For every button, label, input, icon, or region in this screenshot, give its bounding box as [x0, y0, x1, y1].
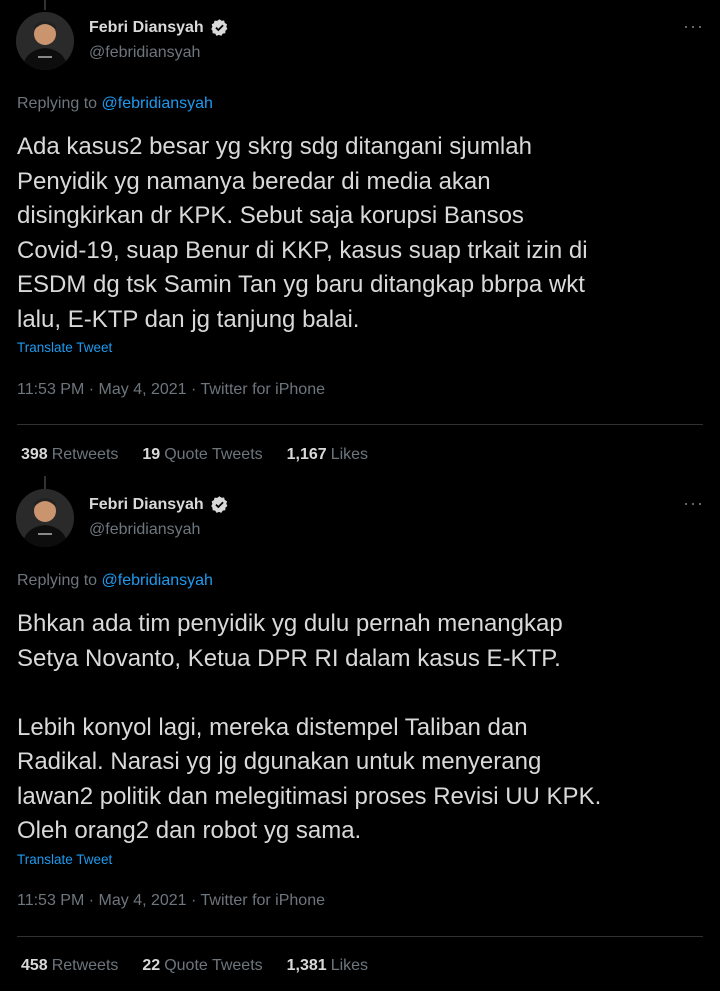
retweets-stat[interactable]: 398 Retweets	[21, 446, 118, 464]
translate-tweet-link[interactable]: Translate Tweet	[17, 340, 112, 355]
author-name[interactable]: Febri Diansyah	[89, 19, 204, 37]
author-handle[interactable]: @febridiansyah	[89, 44, 200, 62]
likes-stat[interactable]: 1,381 Likes	[287, 957, 368, 975]
quote-tweets-stat[interactable]: 19 Quote Tweets	[142, 446, 262, 464]
replying-to-link[interactable]: @febridiansyah	[102, 95, 213, 112]
avatar-image	[16, 489, 74, 547]
replying-to: Replying to @febridiansyah	[17, 572, 213, 590]
replying-prefix: Replying to	[17, 572, 98, 589]
tweet-stats: 398 Retweets 19 Quote Tweets 1,167 Likes	[21, 446, 368, 464]
more-options-icon[interactable]: ···	[683, 493, 704, 514]
retweets-stat[interactable]: 458 Retweets	[21, 957, 118, 975]
likes-stat[interactable]: 1,167 Likes	[287, 446, 368, 464]
thread-line-top	[44, 476, 46, 490]
tweet-stats: 458 Retweets 22 Quote Tweets 1,381 Likes	[21, 957, 368, 975]
author-name-row: Febri Diansyah	[89, 495, 229, 514]
replying-prefix: Replying to	[17, 95, 98, 112]
quote-tweets-stat[interactable]: 22 Quote Tweets	[142, 957, 262, 975]
verified-icon	[210, 496, 228, 513]
author-handle[interactable]: @febridiansyah	[89, 521, 200, 539]
tweet-timestamp[interactable]: 11:53 PM · May 4, 2021 · Twitter for iPh…	[17, 381, 325, 399]
tweet-text: Ada kasus2 besar yg skrg sdg ditangani s…	[17, 133, 588, 333]
avatar[interactable]	[16, 12, 74, 70]
thread-line-top	[44, 0, 46, 10]
replying-to: Replying to @febridiansyah	[17, 95, 213, 113]
avatar-image	[16, 12, 74, 70]
replying-to-link[interactable]: @febridiansyah	[102, 572, 213, 589]
verified-icon	[210, 19, 228, 36]
author-name[interactable]: Febri Diansyah	[89, 496, 204, 514]
author-name-row: Febri Diansyah	[89, 18, 229, 37]
avatar[interactable]	[16, 489, 74, 547]
more-options-icon[interactable]: ···	[683, 16, 704, 37]
tweet-text: Bhkan ada tim penyidik yg dulu pernah me…	[17, 610, 602, 844]
divider	[17, 424, 703, 425]
translate-tweet-link[interactable]: Translate Tweet	[17, 852, 112, 867]
tweet-timestamp[interactable]: 11:53 PM · May 4, 2021 · Twitter for iPh…	[17, 892, 325, 910]
divider	[17, 936, 703, 937]
